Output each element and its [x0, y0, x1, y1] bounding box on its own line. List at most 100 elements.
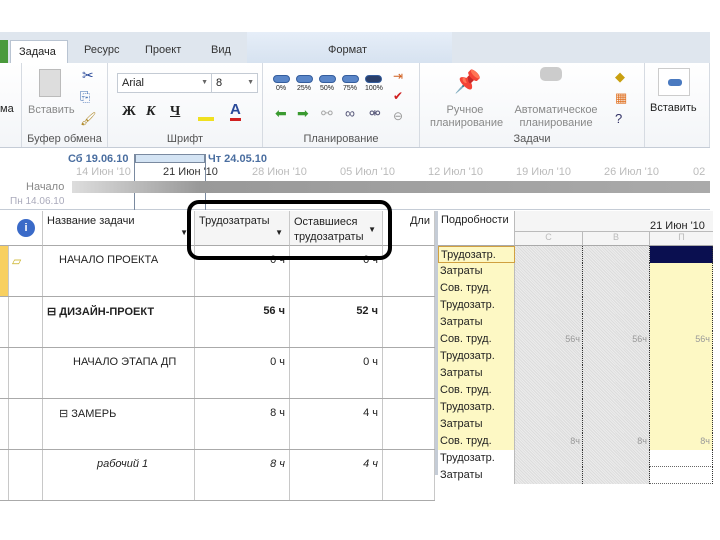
link-icon[interactable]: ∞ [345, 105, 355, 121]
detail-value-cell[interactable] [650, 365, 713, 382]
detail-value-cell[interactable] [583, 246, 650, 263]
detail-value-cell[interactable] [650, 314, 713, 331]
pct0-icon[interactable] [273, 75, 290, 83]
tab-project[interactable]: Проект [145, 44, 181, 56]
work-cell[interactable]: 8 ч [195, 399, 290, 449]
indicators-header[interactable]: i [8, 211, 43, 246]
paste-button[interactable]: Вставить [28, 104, 75, 116]
detail-value-cell[interactable] [583, 297, 650, 314]
collapse-icon[interactable]: ⊟ [59, 408, 68, 420]
mode-icon[interactable]: ? [615, 111, 622, 126]
detail-value-cell[interactable] [583, 416, 650, 433]
font-name-select[interactable]: Arial ▼ [117, 73, 212, 93]
detail-value-cell[interactable] [650, 246, 713, 263]
task-name-cell[interactable]: рабочий 1 [43, 450, 195, 500]
italic-button[interactable]: К [146, 104, 156, 120]
detail-value-cell[interactable] [650, 382, 713, 399]
note-icon[interactable]: ▱ [12, 254, 21, 268]
duration-cell[interactable] [383, 399, 435, 449]
respect-links-icon[interactable]: ⇥ [393, 69, 403, 83]
inactivate-icon[interactable]: ⊖ [393, 109, 403, 123]
view-button-cut[interactable]: ма [0, 103, 14, 115]
collapse-icon[interactable]: ⊟ [47, 306, 56, 318]
detail-value-cell[interactable] [515, 399, 583, 416]
font-size-select[interactable]: 8 ▼ [211, 73, 258, 93]
detail-value-cell[interactable] [515, 365, 583, 382]
detail-value-cell[interactable] [650, 297, 713, 314]
duration-cell[interactable] [383, 246, 435, 296]
detail-value-cell[interactable]: 56ч [583, 331, 650, 348]
format-painter-icon[interactable]: 🖌 [80, 111, 97, 127]
remaining-work-cell[interactable]: 0 ч [290, 348, 383, 398]
copy-icon[interactable]: ⎘ [80, 89, 90, 105]
detail-value-cell[interactable] [515, 416, 583, 433]
indent-icon[interactable]: ➡ [297, 105, 309, 122]
detail-value-cell[interactable] [515, 467, 583, 484]
column-header-name[interactable]: Название задачи ▼ [43, 211, 195, 246]
mark-on-track-icon[interactable]: ✔ [393, 89, 403, 103]
duration-cell[interactable] [383, 297, 435, 347]
work-cell[interactable]: 8 ч [195, 450, 290, 500]
detail-value-cell[interactable] [650, 280, 713, 297]
detail-value-cell[interactable] [515, 297, 583, 314]
detail-value-cell[interactable] [583, 348, 650, 365]
bold-button[interactable]: Ж [122, 104, 136, 120]
unlink-icon[interactable]: ⚯ [321, 105, 333, 122]
task-name-cell[interactable]: НАЧАЛО ЭТАПА ДП [43, 348, 195, 398]
timeline-bar[interactable] [72, 181, 710, 193]
pct75-icon[interactable] [342, 75, 359, 83]
detail-value-cell[interactable] [515, 246, 583, 263]
task-name-cell[interactable]: ⊟ ДИЗАЙН-ПРОЕКТ [43, 297, 195, 347]
move-icon[interactable]: ▦ [615, 90, 627, 106]
manual-schedule-button[interactable]: Ручное планирование [430, 104, 503, 130]
detail-value-cell[interactable] [650, 450, 713, 467]
pct100-icon[interactable] [365, 75, 382, 83]
detail-value-cell[interactable] [650, 467, 713, 484]
pct50-icon[interactable] [319, 75, 336, 83]
task-name-cell[interactable]: ⊟ ЗАМЕРЬ [43, 399, 195, 449]
underline-button[interactable]: Ч [170, 104, 180, 120]
work-cell[interactable]: 0 ч [195, 348, 290, 398]
auto-schedule-button[interactable]: Автоматическое планирование [508, 104, 604, 130]
detail-value-cell[interactable]: 8ч [583, 433, 650, 450]
table-row[interactable]: ⊟ ДИЗАЙН-ПРОЕКТ 56 ч 52 ч [0, 297, 435, 348]
table-row[interactable]: рабочий 1 8 ч 4 ч [0, 450, 435, 501]
detail-value-cell[interactable] [650, 399, 713, 416]
duration-cell[interactable] [383, 450, 435, 500]
remaining-work-cell[interactable]: 52 ч [290, 297, 383, 347]
detail-value-cell[interactable] [650, 263, 713, 280]
detail-value-cell[interactable] [583, 314, 650, 331]
detail-value-cell[interactable] [515, 314, 583, 331]
duration-cell[interactable] [383, 348, 435, 398]
detail-value-cell[interactable] [583, 382, 650, 399]
detail-value-cell[interactable]: 56ч [650, 331, 713, 348]
tab-format[interactable]: Формат [328, 44, 367, 56]
detail-value-cell[interactable] [583, 467, 650, 484]
pct25-icon[interactable] [296, 75, 313, 83]
table-row[interactable]: НАЧАЛО ЭТАПА ДП 0 ч 0 ч [0, 348, 435, 399]
detail-value-cell[interactable] [515, 348, 583, 365]
outdent-icon[interactable]: ⬅ [275, 105, 287, 122]
tab-resource[interactable]: Ресурс [84, 44, 119, 56]
work-cell[interactable]: 56 ч [195, 297, 290, 347]
tab-view[interactable]: Вид [211, 44, 231, 56]
remaining-work-cell[interactable]: 4 ч [290, 399, 383, 449]
inspect-icon[interactable]: ◆ [615, 69, 625, 85]
detail-value-cell[interactable] [515, 280, 583, 297]
detail-value-cell[interactable] [583, 450, 650, 467]
detail-value-cell[interactable] [650, 348, 713, 365]
detail-value-cell[interactable] [583, 280, 650, 297]
remaining-work-cell[interactable]: 4 ч [290, 450, 383, 500]
detail-value-cell[interactable]: 56ч [515, 331, 583, 348]
cut-icon[interactable]: ✂ [82, 67, 94, 84]
detail-value-cell[interactable] [515, 450, 583, 467]
split-icon[interactable]: ⚮ [369, 105, 381, 122]
task-name-cell[interactable]: НАЧАЛО ПРОЕКТА [43, 246, 195, 296]
detail-value-cell[interactable] [583, 399, 650, 416]
insert-button[interactable]: Вставить [650, 102, 697, 114]
detail-value-cell[interactable] [650, 416, 713, 433]
file-tab[interactable] [0, 40, 8, 64]
tab-task[interactable]: Задача [10, 40, 68, 64]
fill-color-icon[interactable] [198, 105, 214, 121]
detail-value-cell[interactable] [583, 365, 650, 382]
